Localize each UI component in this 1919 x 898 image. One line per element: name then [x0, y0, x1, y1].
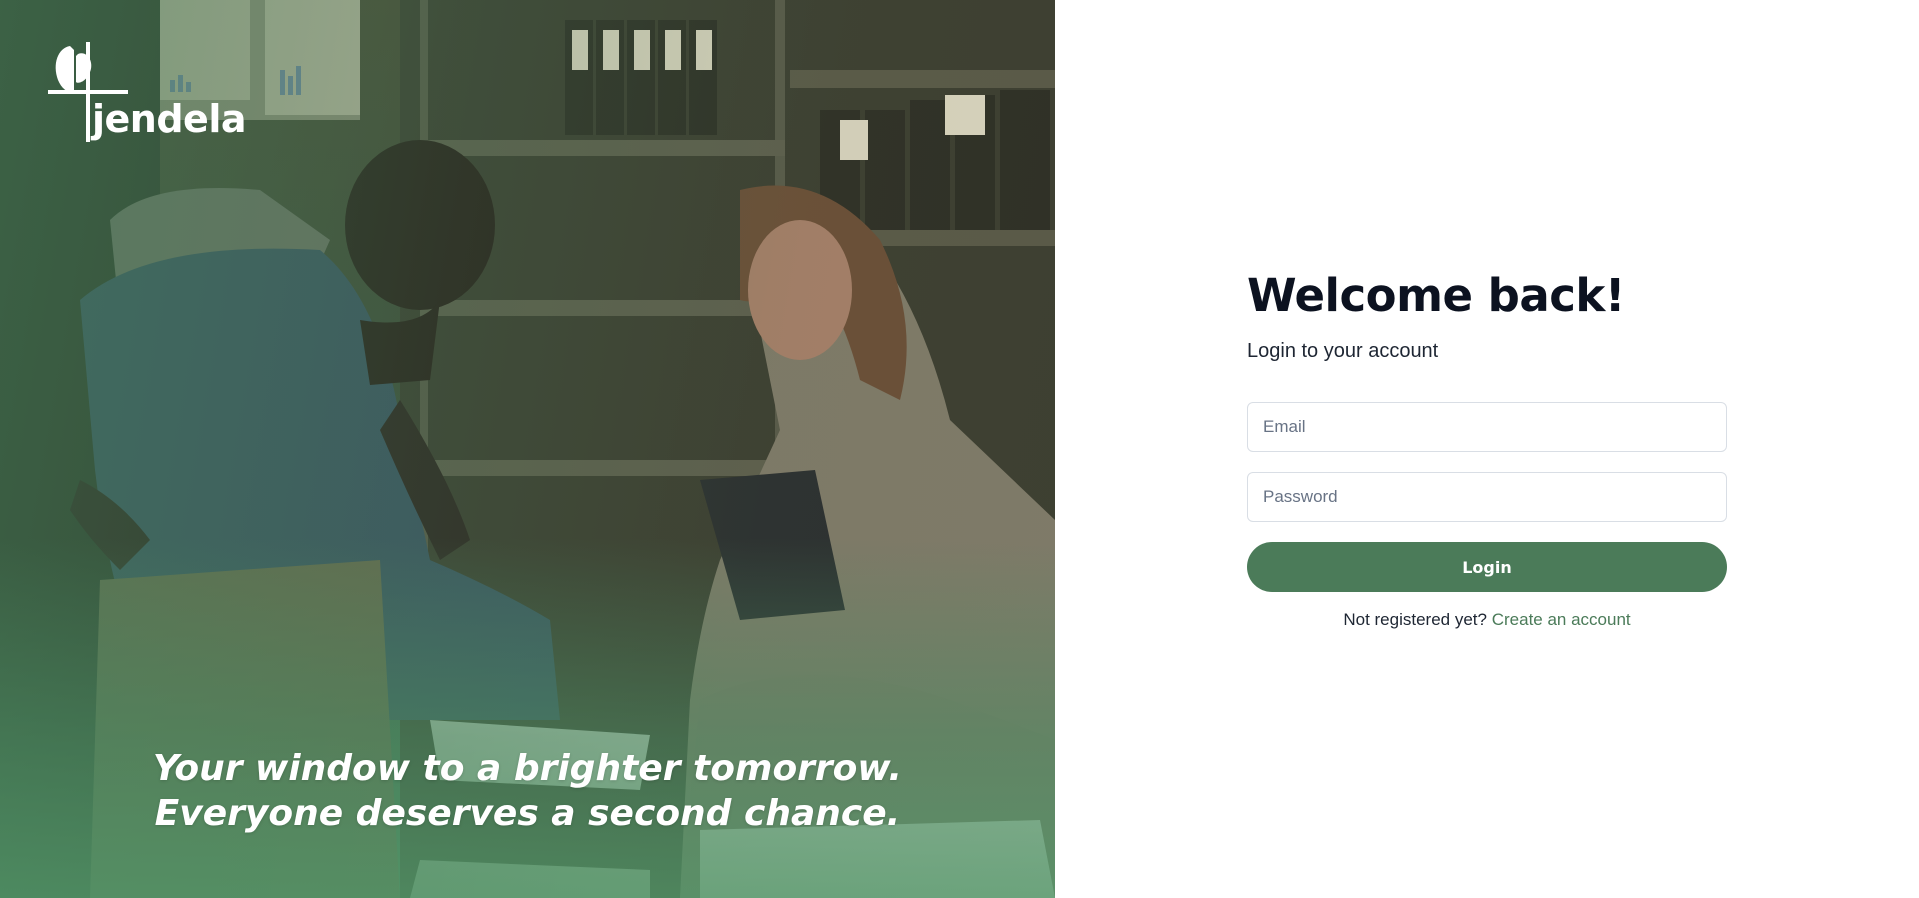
brand-logo: jendela	[48, 42, 248, 152]
hero-bottom-gradient	[0, 538, 1055, 898]
password-field[interactable]	[1247, 472, 1727, 522]
hero-tagline: Your window to a brighter tomorrow. Ever…	[152, 748, 903, 834]
signup-prompt: Not registered yet? Create an account	[1247, 610, 1727, 630]
login-form: Welcome back! Login to your account Logi…	[1247, 266, 1727, 630]
login-page: jendela Your window to a brighter tomorr…	[0, 0, 1919, 898]
brand-name: jendela	[92, 97, 247, 141]
create-account-link[interactable]: Create an account	[1492, 610, 1631, 629]
page-title: Welcome back!	[1247, 269, 1625, 322]
signup-prompt-text: Not registered yet?	[1343, 610, 1487, 629]
login-panel: Welcome back! Login to your account Logi…	[1055, 0, 1919, 898]
page-subtitle: Login to your account	[1247, 340, 1439, 362]
login-button[interactable]: Login	[1247, 542, 1727, 592]
email-field[interactable]	[1247, 402, 1727, 452]
hero-panel: jendela Your window to a brighter tomorr…	[0, 0, 1055, 898]
